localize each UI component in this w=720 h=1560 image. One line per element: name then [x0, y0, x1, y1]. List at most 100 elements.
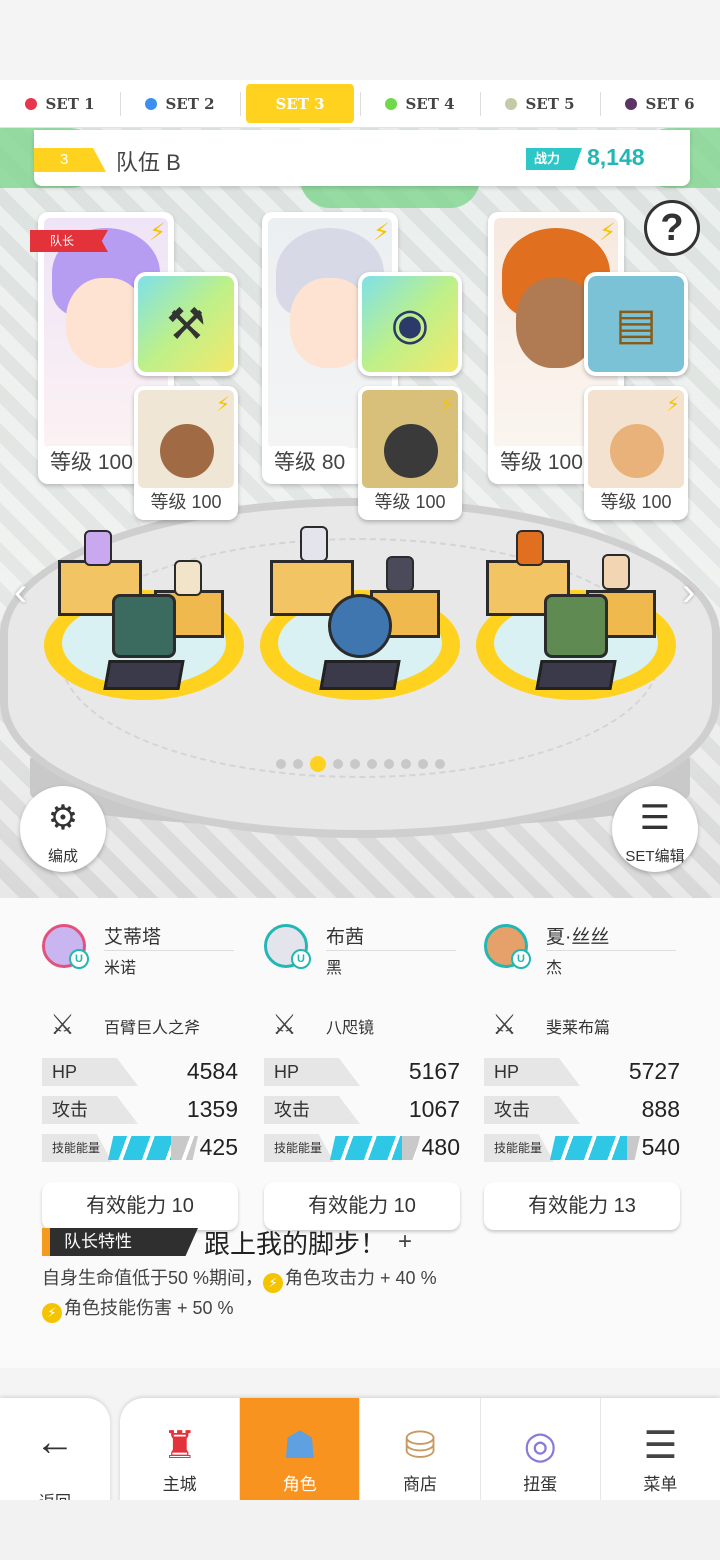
page-dot[interactable] — [275, 759, 286, 769]
page-dot[interactable] — [400, 759, 411, 769]
energy-value: 540 — [641, 1134, 680, 1160]
hp-value: 4584 — [186, 1058, 238, 1084]
book-icon: ▤ — [588, 276, 684, 372]
bottom-navigation: ← 返回 ♜ 主城 ☗ 角色 ⛁ 商店 ◎ 扭蛋 ☰ 菜单 — [0, 1380, 720, 1560]
formation-icon: ⚙ — [47, 799, 79, 837]
effective-ability-button[interactable]: 有效能力 10 — [42, 1182, 238, 1230]
set-2-dot — [145, 97, 158, 110]
next-arrow-icon[interactable]: › — [682, 570, 695, 615]
team-name[interactable]: 队伍 B — [116, 145, 181, 177]
lightning-icon: ⚡ — [373, 219, 390, 246]
sub-hero-face — [160, 424, 214, 478]
previous-arrow-icon[interactable]: ‹ — [14, 570, 27, 615]
castle-icon: ♜ — [162, 1425, 197, 1467]
page-dot-active[interactable] — [309, 756, 326, 772]
weapon-name: 斐莱布篇 — [546, 1020, 611, 1037]
tab-label: SET 3 — [275, 94, 325, 113]
divider — [326, 950, 456, 951]
energy-row: 技能能量 425 — [42, 1134, 238, 1162]
chibi-hero — [516, 530, 544, 566]
equipment-card-2[interactable]: ◉ — [358, 272, 462, 376]
back-arrow-icon: ← — [35, 1420, 75, 1464]
tab-set-4[interactable]: SET 4 — [360, 80, 480, 127]
chibi-sub-hero — [386, 556, 414, 592]
hero-name: 布茜 — [326, 927, 365, 948]
hp-label: HP — [42, 1058, 138, 1086]
energy-label: 技能能量 — [484, 1134, 554, 1162]
page-dot[interactable] — [383, 759, 394, 769]
page-dot[interactable] — [332, 759, 343, 769]
page-dot[interactable] — [292, 759, 303, 769]
desc-text: 角色技能伤害 + 50 % — [64, 1298, 234, 1318]
hero-name: 夏·丝丝 — [546, 927, 610, 948]
hero-level: 等级 80 — [270, 446, 350, 476]
sub-hero-card-2[interactable]: ⚡ 等级 100 — [358, 386, 462, 520]
weapon-icon: ⚔ — [50, 1009, 76, 1040]
chibi-hero — [84, 530, 112, 566]
partner-name: 杰 — [546, 960, 563, 977]
effective-ability-button[interactable]: 有效能力 13 — [484, 1182, 680, 1230]
hero-avatar[interactable]: U — [42, 924, 89, 969]
page-dot[interactable] — [366, 759, 377, 769]
formation-button[interactable]: ⚙ 编成 — [20, 786, 106, 872]
leader-skill-desc-line-1: 自身生命值低于50 %期间， ⚡ 角色攻击力 + 40 % — [42, 1264, 682, 1293]
lightning-icon: ⚡ — [42, 1303, 62, 1323]
page-dot[interactable] — [417, 759, 428, 769]
sub-hero-card-3[interactable]: ⚡ 等级 100 — [584, 386, 688, 520]
equipment-card-3[interactable]: ▤ — [584, 272, 688, 376]
nav-tab-label: 商店 — [403, 1475, 437, 1494]
hero-avatar[interactable]: U — [264, 924, 311, 969]
hero-level: 等级 100 — [496, 446, 587, 476]
leader-skill-expand[interactable]: + — [398, 1228, 412, 1256]
attack-row: 攻击 1359 — [42, 1096, 238, 1124]
nav-tab-label: 主城 — [162, 1475, 197, 1494]
page-indicator — [0, 756, 720, 772]
hero-level: 等级 100 — [46, 446, 137, 476]
tab-set-5[interactable]: SET 5 — [480, 80, 600, 127]
energy-bar-empty — [627, 1136, 640, 1160]
leader-skill-label: 队长特性 — [42, 1228, 198, 1256]
pedestal-1[interactable] — [44, 520, 244, 710]
power-value: 8,148 — [587, 144, 645, 170]
tab-set-1[interactable]: SET 1 — [0, 80, 120, 127]
hero-stats-3: U 夏·丝丝 杰 ⚔ 斐莱布篇 HP 5727 攻击 888 技能能量 540 … — [484, 920, 684, 1230]
desc-text: 自身生命值低于50 %期间， — [42, 1268, 264, 1288]
sub-hero-card-1[interactable]: ⚡ 等级 100 — [134, 386, 238, 520]
page-dot[interactable] — [434, 759, 445, 769]
hp-value: 5727 — [628, 1058, 680, 1084]
effective-ability-button[interactable]: 有效能力 10 — [264, 1182, 460, 1230]
help-button[interactable]: ? — [644, 200, 700, 256]
hero-avatar[interactable]: U — [484, 924, 531, 969]
lightning-icon: ⚡ — [599, 219, 616, 246]
chibi-hero — [300, 526, 328, 562]
hero-stats-1: U 艾蒂塔 米诺 ⚔ 百臂巨人之斧 HP 4584 攻击 1359 技能能量 4… — [42, 920, 242, 1230]
chibi-sub-hero — [174, 560, 202, 596]
u-badge-icon: U — [291, 949, 311, 969]
nav-tab-label: 角色 — [282, 1475, 317, 1494]
hero-stats-2: U 布茜 黑 ⚔ 八咫镜 HP 5167 攻击 1067 技能能量 480 有效… — [264, 920, 464, 1230]
pedestal-3[interactable] — [476, 520, 676, 710]
axe-icon — [112, 594, 176, 658]
energy-bar-empty — [402, 1136, 420, 1160]
book-icon — [544, 594, 608, 658]
set-edit-button[interactable]: ☰ SET编辑 — [612, 786, 698, 872]
divider — [104, 950, 234, 951]
set-5-dot — [505, 97, 518, 110]
desc-text: 角色攻击力 + 40 % — [285, 1268, 437, 1288]
energy-label: 技能能量 — [264, 1134, 334, 1162]
list-icon: ☰ — [639, 799, 671, 837]
equipment-card-1[interactable]: ⚒ — [134, 272, 238, 376]
pedestal-base — [535, 660, 617, 690]
lightning-icon: ⚡ — [215, 394, 230, 416]
weapon-name: 百臂巨人之斧 — [104, 1020, 201, 1037]
page-dot[interactable] — [349, 759, 360, 769]
weapon-icon: ⚔ — [492, 1009, 518, 1040]
energy-row: 技能能量 540 — [484, 1134, 680, 1162]
pedestal-2[interactable] — [260, 520, 460, 710]
tab-set-6[interactable]: SET 6 — [600, 80, 720, 127]
hp-row: HP 5167 — [264, 1058, 460, 1086]
tab-set-3[interactable]: SET 3 — [240, 80, 360, 127]
tab-set-2[interactable]: SET 2 — [120, 80, 240, 127]
energy-label: 技能能量 — [42, 1134, 112, 1162]
partner-name: 米诺 — [104, 960, 137, 977]
